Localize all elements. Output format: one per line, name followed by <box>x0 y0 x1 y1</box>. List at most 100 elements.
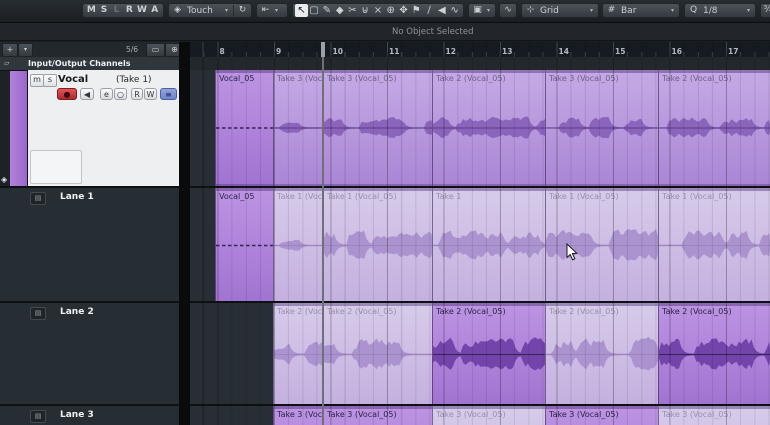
automation-l-button[interactable]: L <box>110 4 123 17</box>
add-track-menu-button[interactable]: ▾ <box>18 43 33 57</box>
audio-event[interactable]: Take 3 (Vocal_05) <box>545 406 658 425</box>
write-automation-button[interactable]: W <box>144 88 157 100</box>
project-cursor[interactable] <box>321 42 325 425</box>
audio-event[interactable]: Take 1 (Vocal_05) <box>273 188 323 303</box>
lane-display-button[interactable]: ▤ <box>30 307 46 320</box>
grid-type-value[interactable]: Bar <box>618 6 668 16</box>
solo-button[interactable]: s <box>43 74 57 87</box>
erase-tool[interactable]: ◆ <box>333 4 346 17</box>
audition-tool[interactable]: ◀ <box>435 4 448 17</box>
monitor-button[interactable]: ◀ <box>80 88 94 100</box>
mute-button[interactable]: m <box>30 74 44 87</box>
vocal-track-header[interactable]: m s Vocal (Take 1) ● ◀ e ○ R W ≡ <box>28 70 179 187</box>
snap-type-value[interactable]: Grid <box>537 6 587 16</box>
lane-header-1[interactable]: ▤ Lane 1 <box>0 186 179 301</box>
status-text: No Object Selected <box>392 27 474 37</box>
event-label: Take 3 (Vocal_05) <box>549 410 619 419</box>
chevron-down-icon[interactable]: ▾ <box>668 7 677 14</box>
glue-tool[interactable]: ⊎ <box>359 4 372 17</box>
color-tool-button[interactable]: ▣ <box>471 4 484 17</box>
auto-scroll-group: ⇤ ▾ <box>256 3 288 18</box>
automation-mode-value[interactable]: Touch <box>184 6 222 16</box>
automation-panel-button[interactable]: ↻ <box>236 4 249 17</box>
quantize-icon: Q <box>689 5 698 15</box>
audio-event[interactable]: Take 3 (Vocal_05) <box>658 406 770 425</box>
io-track-name: Input/Output Channels <box>28 59 131 68</box>
audio-event[interactable]: Take 3 (Vocal_05) <box>545 70 658 186</box>
chevron-down-icon[interactable]: ▾ <box>484 7 493 14</box>
event-label: Vocal_05 <box>219 192 255 201</box>
chevron-down-icon[interactable]: ▾ <box>222 7 231 14</box>
range-selection-tool[interactable]: ▢ <box>308 4 321 17</box>
quantize-panel-icon: ¾ <box>763 5 770 15</box>
scrub-tool[interactable]: ∿ <box>448 4 461 17</box>
info-line: No Object Selected <box>0 23 770 41</box>
edit-channel-button[interactable]: e <box>100 88 113 100</box>
object-selection-tool[interactable]: ↖ <box>295 4 308 17</box>
automation-s-button[interactable]: S <box>98 4 111 17</box>
event-label: Take 1 (Vocal_05) <box>277 192 323 201</box>
chevron-down-icon[interactable]: ▾ <box>272 7 281 14</box>
event-label: Take 3 (Vocal_05) <box>436 410 506 419</box>
io-channels-track[interactable]: ▱ Input/Output Channels <box>0 57 179 71</box>
freeze-button[interactable]: ○ <box>114 88 127 100</box>
auto-scroll-button[interactable]: ⇤ <box>259 4 272 17</box>
add-track-button[interactable]: + <box>2 43 18 57</box>
line-tool[interactable]: ∕ <box>423 4 436 17</box>
audio-event[interactable]: Take 2 (Vocal_05) <box>658 70 770 186</box>
zoom-tool[interactable]: ⊕ <box>384 4 397 17</box>
snap-zero-crossing-button[interactable]: ∿ <box>499 3 517 18</box>
event-label: Take 2 (Vocal_05) <box>277 307 323 316</box>
chevron-down-icon[interactable]: ▾ <box>744 7 753 14</box>
show-lanes-button[interactable]: ≡ <box>160 88 177 100</box>
lane-name: Lane 3 <box>60 410 94 420</box>
audio-event[interactable]: Vocal_05 <box>215 188 273 303</box>
audio-event[interactable]: Take 3 (Vocal_05) <box>273 70 323 186</box>
color-tool-group: ▣ ▾ <box>468 3 496 18</box>
audio-event[interactable]: Take 3 (Vocal_05) <box>432 406 545 425</box>
event-label: Vocal_05 <box>219 74 255 83</box>
audio-event[interactable]: Take 2 (Vocal_05) <box>273 303 323 406</box>
automation-a-button[interactable]: A <box>148 4 161 17</box>
event-label: Take 1 (Vocal_05) <box>549 192 619 201</box>
event-label: Take 3 (Vocal_05) <box>662 410 732 419</box>
track-list-divider[interactable] <box>179 42 190 425</box>
lane-display-button[interactable]: ▤ <box>30 410 46 423</box>
io-track-lane <box>190 57 770 70</box>
read-automation-button[interactable]: R <box>131 88 143 100</box>
lane-display-button[interactable]: ▤ <box>30 192 46 205</box>
audio-event[interactable]: Take 1 <box>432 188 545 303</box>
automation-r-button[interactable]: R <box>123 4 136 17</box>
timeline-ruler[interactable]: 8 9 10 11 12 13 14 15 16 17 <box>190 42 770 58</box>
marker-flag-tool[interactable]: ⚑ <box>410 4 423 17</box>
audio-event[interactable]: Take 2 (Vocal_05) <box>658 303 770 406</box>
track-name[interactable]: Vocal <box>58 74 88 85</box>
track-visibility-count: 5/6 <box>126 45 139 54</box>
lane-header-2[interactable]: ▤ Lane 2 <box>0 301 179 404</box>
audio-event[interactable]: Take 1 (Vocal_05) <box>658 188 770 303</box>
audio-event[interactable]: Take 1 (Vocal_05) <box>323 188 432 303</box>
automation-m-button[interactable]: M <box>85 4 98 17</box>
audio-event[interactable]: Take 2 (Vocal_05) <box>323 303 432 406</box>
audio-event[interactable]: Vocal_05 <box>215 70 273 186</box>
audio-event[interactable]: Take 2 (Vocal_05) <box>432 303 545 406</box>
quantize-value[interactable]: 1/8 <box>700 6 744 16</box>
chevron-down-icon[interactable]: ▾ <box>587 7 596 14</box>
mute-tool[interactable]: × <box>372 4 385 17</box>
audio-event[interactable]: Take 3 (Vocal_05) <box>273 406 323 425</box>
track-list-config-button[interactable]: ▭ <box>146 43 165 57</box>
event-label: Take 3 (Vocal_05) <box>327 410 397 419</box>
quantize-panel-button[interactable]: ¾ <box>760 3 770 18</box>
audio-event[interactable]: Take 3 (Vocal_05) <box>323 70 432 186</box>
audio-event[interactable]: Take 1 (Vocal_05) <box>545 188 658 303</box>
split-tool[interactable]: ✂ <box>346 4 359 17</box>
audio-event[interactable]: Take 2 (Vocal_05) <box>545 303 658 406</box>
draw-tool[interactable]: ✎ <box>321 4 334 17</box>
lane-header-3[interactable]: ▤ Lane 3 <box>0 404 179 425</box>
audio-event[interactable]: Take 2 (Vocal_05) <box>432 70 545 186</box>
record-arm-button[interactable]: ● <box>57 88 77 100</box>
audio-event[interactable]: Take 3 (Vocal_05) <box>323 406 432 425</box>
snap-type-icon: ⊹ <box>526 5 535 15</box>
automation-w-button[interactable]: W <box>136 4 149 17</box>
comp-tool[interactable]: ✥ <box>397 4 410 17</box>
